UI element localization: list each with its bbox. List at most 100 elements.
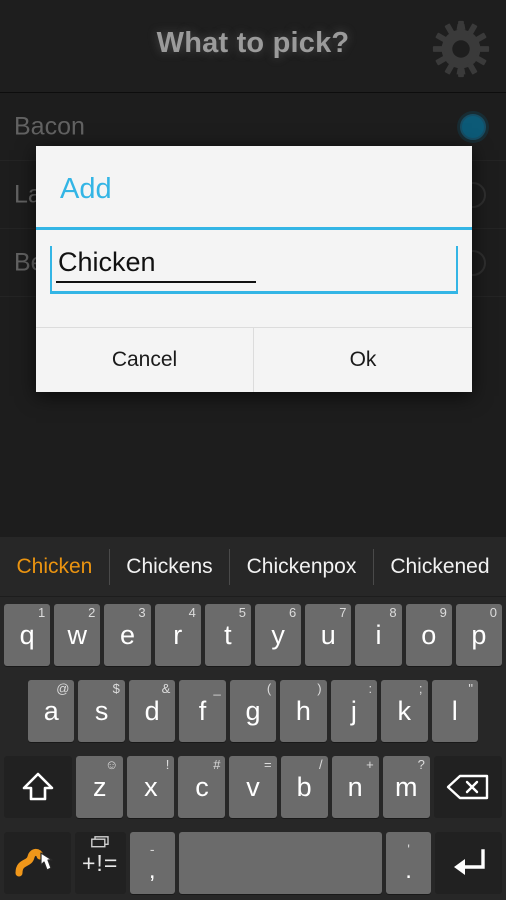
key-alt-label: ? (417, 757, 425, 772)
key-comma[interactable]: - , (129, 832, 175, 894)
keyboard-row-1: 1q 2w 3e 4r 5t 6y 7u 8i 9o 0p (0, 597, 506, 673)
key-l[interactable]: " l (431, 680, 478, 742)
shift-icon[interactable] (4, 756, 73, 818)
key-alt-label: ( (266, 681, 272, 696)
key-y[interactable]: 6y (255, 604, 302, 666)
key-alt-label: 1 (37, 605, 46, 620)
key-v[interactable]: = v (229, 756, 277, 818)
key-d[interactable]: & d (128, 680, 176, 742)
add-dialog: Add Cancel Ok (36, 146, 472, 392)
key-k[interactable]: ; k (381, 680, 428, 742)
enter-icon[interactable] (435, 832, 502, 894)
symbols-key[interactable]: +!= (74, 832, 126, 894)
key-alt-label: = (263, 757, 272, 772)
add-item-input[interactable] (56, 247, 256, 283)
dialog-title: Add (60, 173, 112, 205)
key-label: t (224, 619, 232, 650)
key-label: v (246, 771, 260, 802)
key-alt-label: _ (213, 681, 221, 696)
key-x[interactable]: ! x (127, 756, 175, 818)
key-e[interactable]: 3e (104, 604, 151, 666)
key-alt-label: : (368, 681, 373, 696)
key-label: x (144, 771, 158, 802)
key-s[interactable]: $ s (78, 680, 125, 742)
key-alt-label: & (161, 681, 171, 696)
key-label: n (347, 771, 363, 802)
window-icon (91, 836, 109, 848)
shift-icon-svg (22, 772, 54, 801)
key-alt-label: " (468, 681, 473, 696)
key-label: z (93, 771, 107, 802)
key-b[interactable]: / b (280, 756, 328, 818)
key-label: j (350, 695, 357, 726)
key-alt-label: 9 (439, 605, 447, 620)
key-alt-label: 2 (88, 605, 96, 620)
key-g[interactable]: (g (229, 680, 277, 742)
key-period-label: . (405, 857, 412, 885)
symbols-key-label: +!= (82, 849, 119, 876)
key-p[interactable]: 0p (455, 604, 503, 666)
key-label: q (19, 619, 35, 650)
cancel-button[interactable]: Cancel (36, 328, 254, 392)
key-period[interactable]: ' . (385, 832, 432, 894)
key-o[interactable]: 9o (405, 604, 452, 666)
key-alt-label: # (213, 757, 221, 772)
key-label: i (375, 619, 382, 650)
app-header: What to pick? (0, 0, 506, 93)
key-q[interactable]: 1q (4, 604, 51, 666)
key-h[interactable]: ) h (280, 680, 327, 742)
ok-button[interactable]: Ok (254, 328, 472, 392)
suggestion-item[interactable]: Chickened (374, 549, 506, 585)
key-a[interactable]: @ a (28, 680, 75, 742)
on-screen-keyboard: Chicken Chickens Chickenpox Chickened 1q… (0, 537, 506, 900)
window-icon-svg (91, 836, 109, 848)
suggestion-bar: Chicken Chickens Chickenpox Chickened (0, 537, 506, 597)
key-label: s (94, 695, 109, 726)
key-label: y (271, 619, 285, 650)
key-alt-label: / (319, 757, 323, 772)
key-w[interactable]: 2w (54, 604, 101, 666)
key-alt-label: 8 (389, 605, 397, 620)
key-z[interactable]: ☺ z (76, 756, 124, 818)
key-u[interactable]: 7u (305, 604, 352, 666)
key-i[interactable]: 8i (355, 604, 402, 666)
key-comma-alt-label: - (149, 841, 155, 858)
key-f[interactable]: _ f (179, 680, 226, 742)
key-label: h (295, 695, 311, 726)
key-label: k (397, 695, 412, 726)
suggestion-item[interactable]: Chickens (110, 548, 231, 585)
key-label: l (451, 695, 458, 726)
key-r[interactable]: 4r (154, 604, 201, 666)
key-period-alt-label: ' (407, 841, 410, 858)
key-label: e (119, 619, 136, 650)
suggestion-item[interactable]: Chicken (0, 548, 110, 585)
enter-icon-svg (453, 849, 485, 875)
swipe-gesture-icon[interactable] (4, 832, 71, 894)
key-label: u (320, 619, 336, 650)
key-n[interactable]: + n (331, 756, 379, 818)
app-screen: What to pick? Bacon Add Chicken Cancel O… (0, 0, 506, 900)
key-j[interactable]: :j (330, 680, 378, 742)
key-t[interactable]: 5t (204, 604, 252, 666)
text-field-container (50, 246, 458, 294)
key-alt-label: ) (317, 681, 322, 696)
key-alt-label: @ (56, 681, 70, 696)
key-label: m (395, 771, 418, 802)
keyboard-row-4: +!= - , ' . (0, 825, 506, 900)
suggestion-item[interactable]: Chickenpox (230, 548, 374, 585)
key-c[interactable]: # c (178, 756, 226, 818)
key-alt-label: 0 (489, 605, 498, 620)
gear-icon[interactable] (430, 18, 492, 80)
swipe-gesture-icon-svg (15, 848, 53, 877)
key-label: r (173, 619, 183, 650)
key-m[interactable]: ? m (382, 756, 430, 818)
key-alt-label: 6 (288, 605, 297, 620)
gear-icon-svg (432, 20, 490, 78)
backspace-icon[interactable] (433, 756, 503, 818)
backspace-icon-svg (446, 774, 489, 800)
key-alt-label: ! (165, 757, 170, 772)
space-key[interactable] (178, 832, 382, 894)
dialog-body (36, 230, 472, 327)
key-label: w (67, 619, 88, 650)
dialog-title-bar: Add (36, 146, 472, 230)
